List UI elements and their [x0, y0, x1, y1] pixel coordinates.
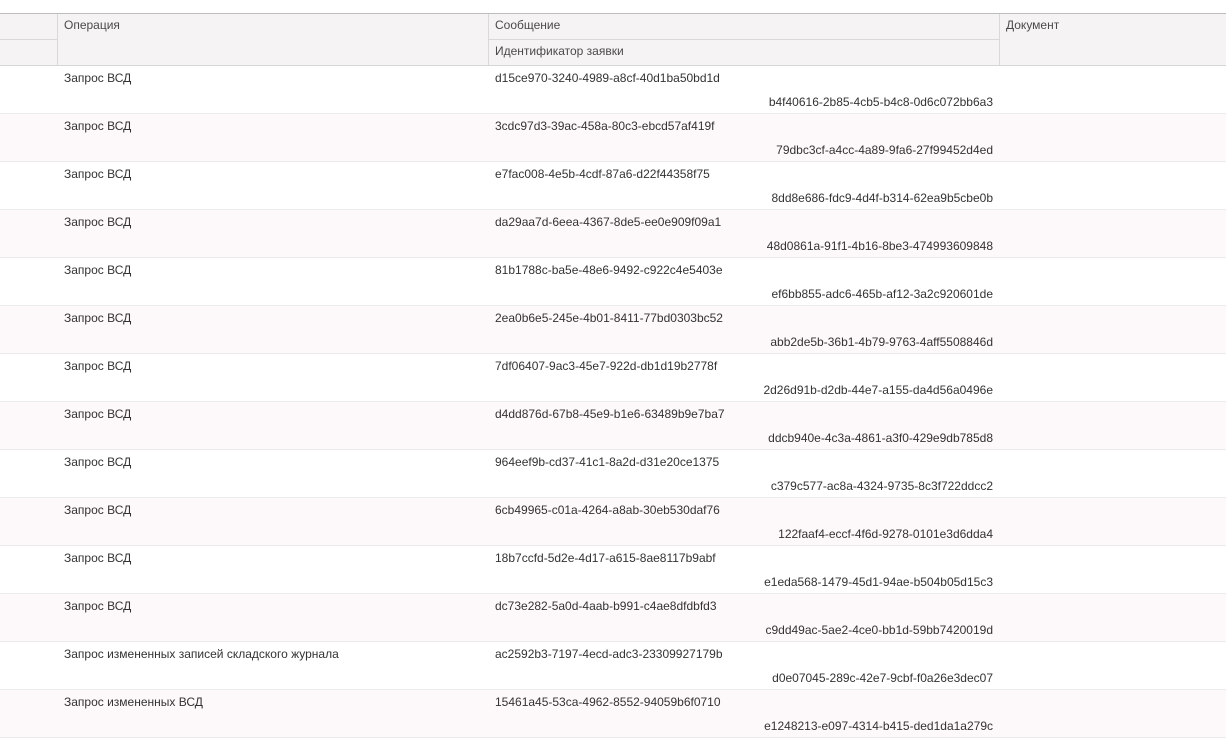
- grid-rows: Запрос ВСД d15ce970-3240-4989-a8cf-40d1ba…: [0, 66, 1226, 738]
- cell-message: dc73e282-5a0d-4aab-b991-c4ae8dfdbfd3: [495, 599, 717, 613]
- cell-request-id: e1248213-e097-4314-b415-ded1da1a279c: [764, 719, 993, 733]
- cell-operation: Запрос ВСД: [64, 167, 132, 181]
- column-header-message[interactable]: Сообщение: [489, 14, 1000, 40]
- column-header-message-label: Сообщение: [495, 18, 561, 32]
- table-row[interactable]: Запрос ВСД 964eef9b-cd37-41c1-8a2d-d31e20…: [0, 450, 1226, 498]
- table-row[interactable]: Запрос измененных записей складского жур…: [0, 642, 1226, 690]
- cell-message: 7df06407-9ac3-45e7-922d-db1d19b2778f: [495, 359, 718, 373]
- cell-operation: Запрос измененных записей складского жур…: [64, 647, 339, 661]
- cell-request-id: ddcb940e-4c3a-4861-a3f0-429e9db785d8: [768, 431, 993, 445]
- column-header-operation-label: Операция: [64, 18, 120, 32]
- journal-grid: Операция Сообщение Идентификатор заявки …: [0, 0, 1226, 742]
- table-row[interactable]: Запрос ВСД e7fac008-4e5b-4cdf-87a6-d22f44…: [0, 162, 1226, 210]
- header-left-cell-bottom[interactable]: [0, 40, 58, 65]
- cell-message: 964eef9b-cd37-41c1-8a2d-d31e20ce1375: [495, 455, 720, 469]
- cell-request-id: ef6bb855-adc6-465b-af12-3a2c920601de: [771, 287, 993, 301]
- cell-request-id: d0e07045-289c-42e7-9cbf-f0a26e3dec07: [772, 671, 993, 685]
- cell-request-id: 48d0861a-91f1-4b16-8be3-474993609848: [766, 239, 993, 253]
- cell-message: 2ea0b6e5-245e-4b01-8411-77bd0303bc52: [495, 311, 723, 325]
- table-row[interactable]: Запрос измененных ВСД 15461a45-53ca-4962-…: [0, 690, 1226, 738]
- cell-operation: Запрос ВСД: [64, 71, 132, 85]
- cell-operation: Запрос ВСД: [64, 551, 132, 565]
- cell-operation: Запрос ВСД: [64, 263, 132, 277]
- cell-message: ac2592b3-7197-4ecd-adc3-23309927179b: [495, 647, 723, 661]
- cell-operation: Запрос ВСД: [64, 407, 132, 421]
- cell-request-id: 79dbc3cf-a4cc-4a89-9fa6-27f99452d4ed: [776, 143, 993, 157]
- column-header-request-id[interactable]: Идентификатор заявки: [489, 40, 1000, 65]
- cell-operation: Запрос ВСД: [64, 119, 132, 133]
- cell-operation: Запрос ВСД: [64, 503, 132, 517]
- cell-request-id: e1eda568-1479-45d1-94ae-b504b05d15c3: [764, 575, 993, 589]
- cell-operation: Запрос ВСД: [64, 599, 132, 613]
- cell-operation: Запрос ВСД: [64, 311, 132, 325]
- table-row[interactable]: Запрос ВСД da29aa7d-6eea-4367-8de5-ee0e90…: [0, 210, 1226, 258]
- cell-message: 15461a45-53ca-4962-8552-94059b6f0710: [495, 695, 721, 709]
- cell-message: 6cb49965-c01a-4264-a8ab-30eb530daf76: [495, 503, 720, 517]
- cell-request-id: 8dd8e686-fdc9-4d4f-b314-62ea9b5cbe0b: [771, 191, 993, 205]
- table-row[interactable]: Запрос ВСД 7df06407-9ac3-45e7-922d-db1d19…: [0, 354, 1226, 402]
- cell-message: d15ce970-3240-4989-a8cf-40d1ba50bd1d: [495, 71, 720, 85]
- cell-operation: Запрос ВСД: [64, 359, 132, 373]
- cell-request-id: abb2de5b-36b1-4b79-9763-4aff5508846d: [770, 335, 993, 349]
- cell-message: e7fac008-4e5b-4cdf-87a6-d22f44358f75: [495, 167, 710, 181]
- cell-message: da29aa7d-6eea-4367-8de5-ee0e909f09a1: [495, 215, 722, 229]
- column-header-document-label: Документ: [1006, 18, 1060, 32]
- cell-request-id: 2d26d91b-d2db-44e7-a155-da4d56a0496e: [763, 383, 993, 397]
- grid-header: Операция Сообщение Идентификатор заявки …: [0, 14, 1226, 66]
- table-row[interactable]: Запрос ВСД d4dd876d-67b8-45e9-b1e6-63489b…: [0, 402, 1226, 450]
- cell-message: 3cdc97d3-39ac-458a-80c3-ebcd57af419f: [495, 119, 715, 133]
- table-row[interactable]: Запрос ВСД d15ce970-3240-4989-a8cf-40d1ba…: [0, 66, 1226, 114]
- table-row[interactable]: Запрос ВСД dc73e282-5a0d-4aab-b991-c4ae8d…: [0, 594, 1226, 642]
- cell-request-id: 122faaf4-eccf-4f6d-9278-0101e3d6dda4: [778, 527, 993, 541]
- table-row[interactable]: Запрос ВСД 81b1788c-ba5e-48e6-9492-c922c4…: [0, 258, 1226, 306]
- cell-request-id: c9dd49ac-5ae2-4ce0-bb1d-59bb7420019d: [765, 623, 993, 637]
- cell-operation: Запрос ВСД: [64, 215, 132, 229]
- table-row[interactable]: Запрос ВСД 18b7ccfd-5d2e-4d17-a615-8ae811…: [0, 546, 1226, 594]
- cell-message: d4dd876d-67b8-45e9-b1e6-63489b9e7ba7: [495, 407, 725, 421]
- cell-operation: Запрос измененных ВСД: [64, 695, 203, 709]
- cell-message: 81b1788c-ba5e-48e6-9492-c922c4e5403e: [495, 263, 723, 277]
- cell-operation: Запрос ВСД: [64, 455, 132, 469]
- cell-request-id: c379c577-ac8a-4324-9735-8c3f722ddcc2: [770, 479, 993, 493]
- column-header-request-id-label: Идентификатор заявки: [495, 44, 624, 58]
- cell-request-id: b4f40616-2b85-4cb5-b4c8-0d6c072bb6a3: [768, 95, 993, 109]
- column-header-operation[interactable]: Операция: [58, 14, 489, 65]
- cell-message: 18b7ccfd-5d2e-4d17-a615-8ae8117b9abf: [495, 551, 716, 565]
- table-row[interactable]: Запрос ВСД 2ea0b6e5-245e-4b01-8411-77bd03…: [0, 306, 1226, 354]
- column-header-document[interactable]: Документ: [1000, 14, 1226, 65]
- table-row[interactable]: Запрос ВСД 6cb49965-c01a-4264-a8ab-30eb53…: [0, 498, 1226, 546]
- table-row[interactable]: Запрос ВСД 3cdc97d3-39ac-458a-80c3-ebcd57…: [0, 114, 1226, 162]
- header-left-cell-top[interactable]: [0, 14, 58, 40]
